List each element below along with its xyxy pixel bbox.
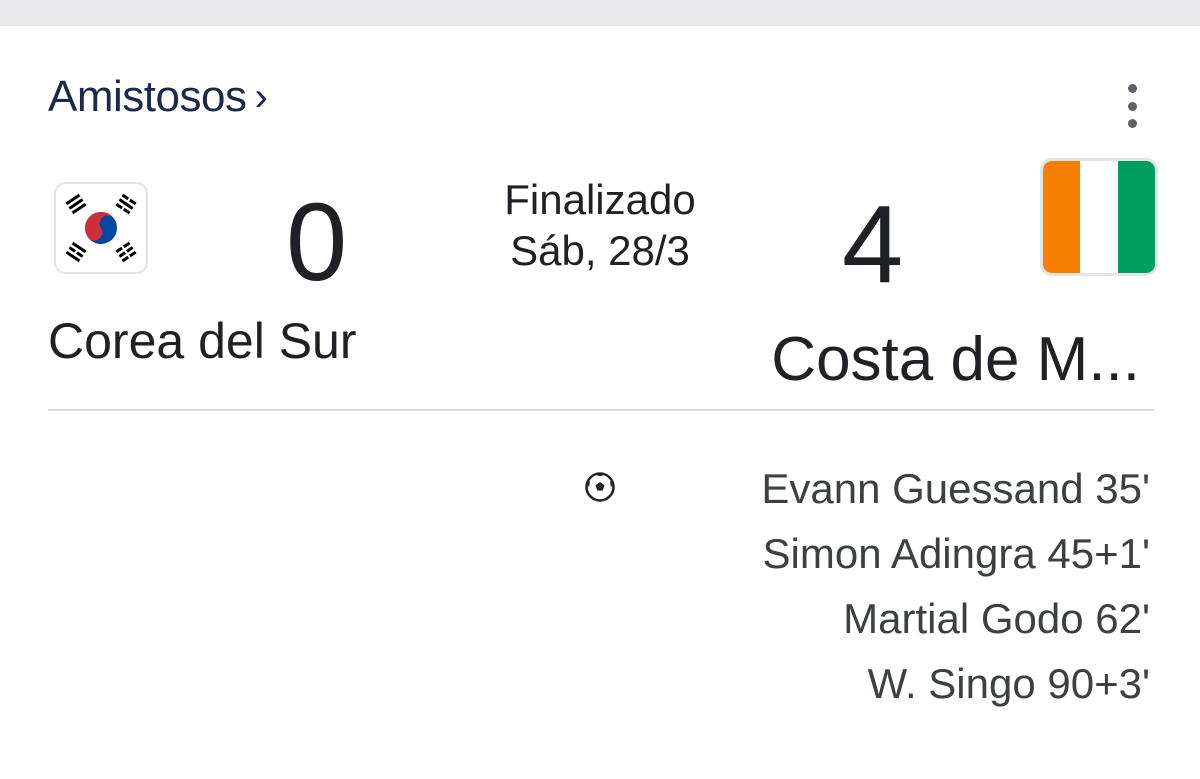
menu-dot <box>1127 101 1137 111</box>
league-label: Amistosos <box>48 72 247 121</box>
home-score: 0 <box>286 181 348 304</box>
soccer-ball-icon <box>585 472 615 502</box>
home-team-name[interactable]: Corea del Sur <box>48 312 357 370</box>
menu-dot <box>1127 84 1137 93</box>
south-korea-flag[interactable] <box>54 182 148 274</box>
more-vert-icon[interactable] <box>1116 84 1148 128</box>
status-label: Finalizado <box>504 176 696 223</box>
divider <box>48 409 1154 411</box>
flag-stripe-white <box>1080 161 1118 273</box>
match-date: Sáb, 28/3 <box>510 227 690 275</box>
scorer-item: W. Singo 90+3' <box>867 660 1150 707</box>
ivory-coast-flag[interactable] <box>1040 158 1158 276</box>
scorer-item: Evann Guessand 35' <box>761 465 1150 512</box>
menu-dot <box>1127 119 1137 128</box>
league-link[interactable]: Amistosos › <box>48 72 268 122</box>
scorer-item: Simon Adingra 45+1' <box>762 530 1150 577</box>
south-korea-flag-icon <box>56 184 146 272</box>
match-status: Finalizado Sáb, 28/3 <box>470 174 730 276</box>
away-score: 4 <box>842 183 904 306</box>
chevron-right-icon: › <box>254 74 268 119</box>
away-scorers-list: Evann Guessand 35' Simon Adingra 45+1' M… <box>640 464 1150 724</box>
top-bar <box>0 0 1200 26</box>
flag-stripe-orange <box>1043 161 1081 273</box>
away-team-name[interactable]: Costa de M... <box>748 324 1140 395</box>
scorer-item: Martial Godo 62' <box>843 595 1150 642</box>
flag-stripe-green <box>1117 161 1155 273</box>
